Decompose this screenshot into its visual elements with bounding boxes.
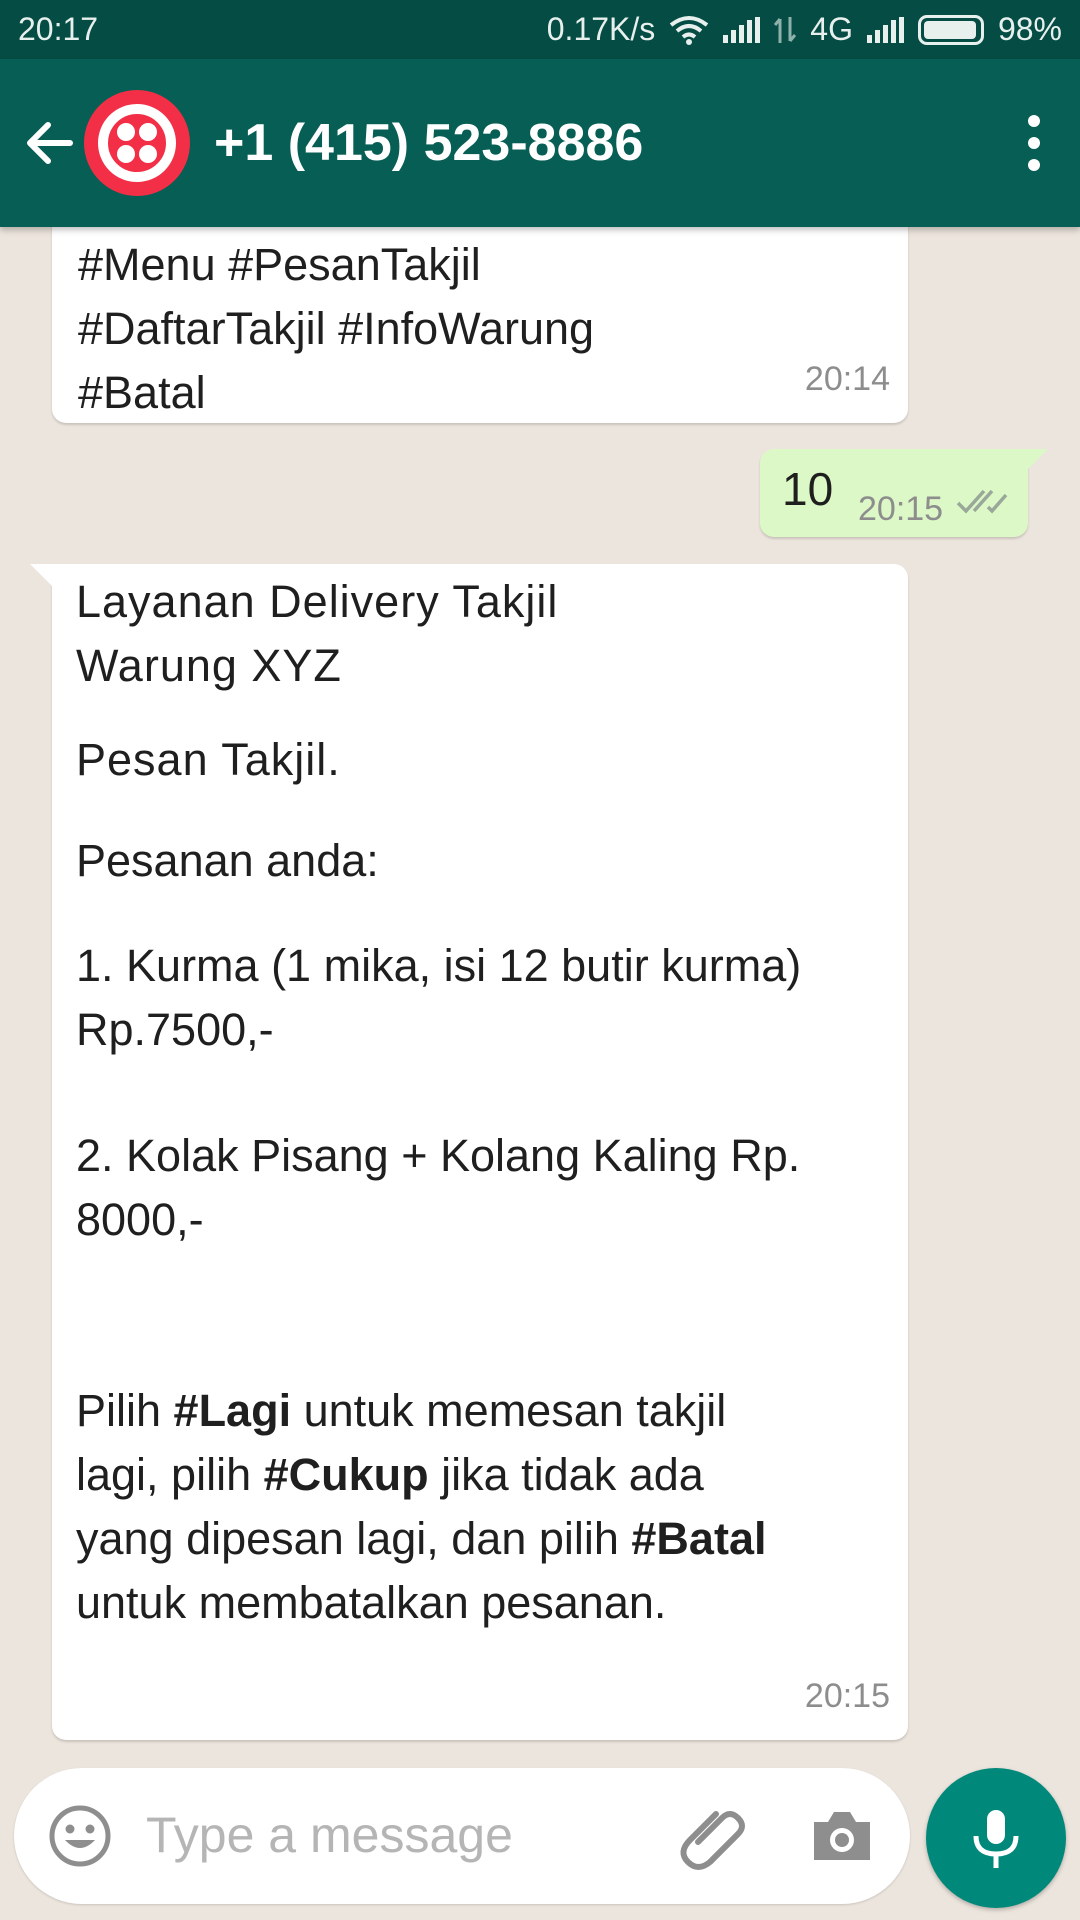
net-speed: 0.17K/s [546, 11, 656, 47]
message-line: #DaftarTakjil #InfoWarung [78, 303, 595, 354]
more-options-icon[interactable] [1004, 103, 1064, 183]
message-line: Pesan Takjil. [76, 734, 341, 785]
message-line: Pesanan anda: [76, 835, 379, 886]
composer-bar: Type a message [0, 1760, 1080, 1920]
message-line: #Menu #PesanTakjil [78, 239, 481, 290]
message-line: Layanan Delivery Takjil [76, 576, 559, 627]
message-line: 2. Kolak Pisang + Kolang Kaling Rp. [76, 1130, 801, 1181]
double-check-icon [956, 489, 1008, 514]
status-time: 20:17 [18, 11, 99, 47]
message-line: yang dipesan lagi, dan pilih #Batal [76, 1513, 767, 1564]
camera-icon[interactable] [810, 1804, 874, 1868]
message-time: 20:15 [804, 1677, 890, 1715]
message-line: Pilih #Lagi untuk memesan takjil [76, 1385, 727, 1436]
signal-icon-2 [866, 16, 904, 43]
message-input-box[interactable]: Type a message [14, 1768, 910, 1904]
chat-header: +1 (415) 523-8886 [0, 59, 1080, 227]
message-text: 10 [782, 463, 834, 515]
battery-percent: 98% [997, 11, 1062, 47]
status-indicators: 0.17K/s 4G 98% [547, 11, 1062, 48]
outgoing-message[interactable]: 10 20:15 [760, 449, 1048, 537]
attach-icon[interactable] [676, 1798, 752, 1874]
mic-button[interactable] [926, 1768, 1066, 1908]
battery-icon [917, 14, 984, 45]
message-line: lagi, pilih #Cukup jika tidak ada [76, 1449, 704, 1500]
message-line: Rp.7500,- [76, 1004, 274, 1055]
status-bar: 20:17 0.17K/s 4G 98% [0, 0, 1080, 59]
message-input[interactable]: Type a message [146, 1806, 513, 1864]
mic-icon [973, 1810, 1019, 1868]
wifi-icon [670, 15, 709, 45]
contact-title[interactable]: +1 (415) 523-8886 [214, 113, 1004, 173]
message-line: #Batal [78, 367, 206, 418]
incoming-message[interactable]: Layanan Delivery Takjil Warung XYZ Pesan… [30, 564, 908, 1740]
message-time: 20:14 [804, 360, 890, 398]
signal-icon [723, 16, 761, 43]
avatar[interactable] [84, 90, 190, 196]
network-type: 4G [810, 11, 853, 47]
chat-area[interactable]: #Menu #PesanTakjil #DaftarTakjil #InfoWa… [0, 227, 1080, 1760]
data-arrows-icon [774, 16, 797, 43]
back-arrow-icon[interactable] [20, 113, 80, 173]
message-time: 20:15 [858, 490, 944, 528]
message-line: 1. Kurma (1 mika, isi 12 butir kurma) [76, 940, 802, 991]
message-line: untuk membatalkan pesanan. [76, 1577, 667, 1628]
message-line: 8000,- [76, 1194, 204, 1245]
message-line: Warung XYZ [76, 640, 342, 691]
emoji-icon[interactable] [46, 1802, 114, 1870]
incoming-message[interactable]: #Menu #PesanTakjil #DaftarTakjil #InfoWa… [52, 227, 908, 423]
